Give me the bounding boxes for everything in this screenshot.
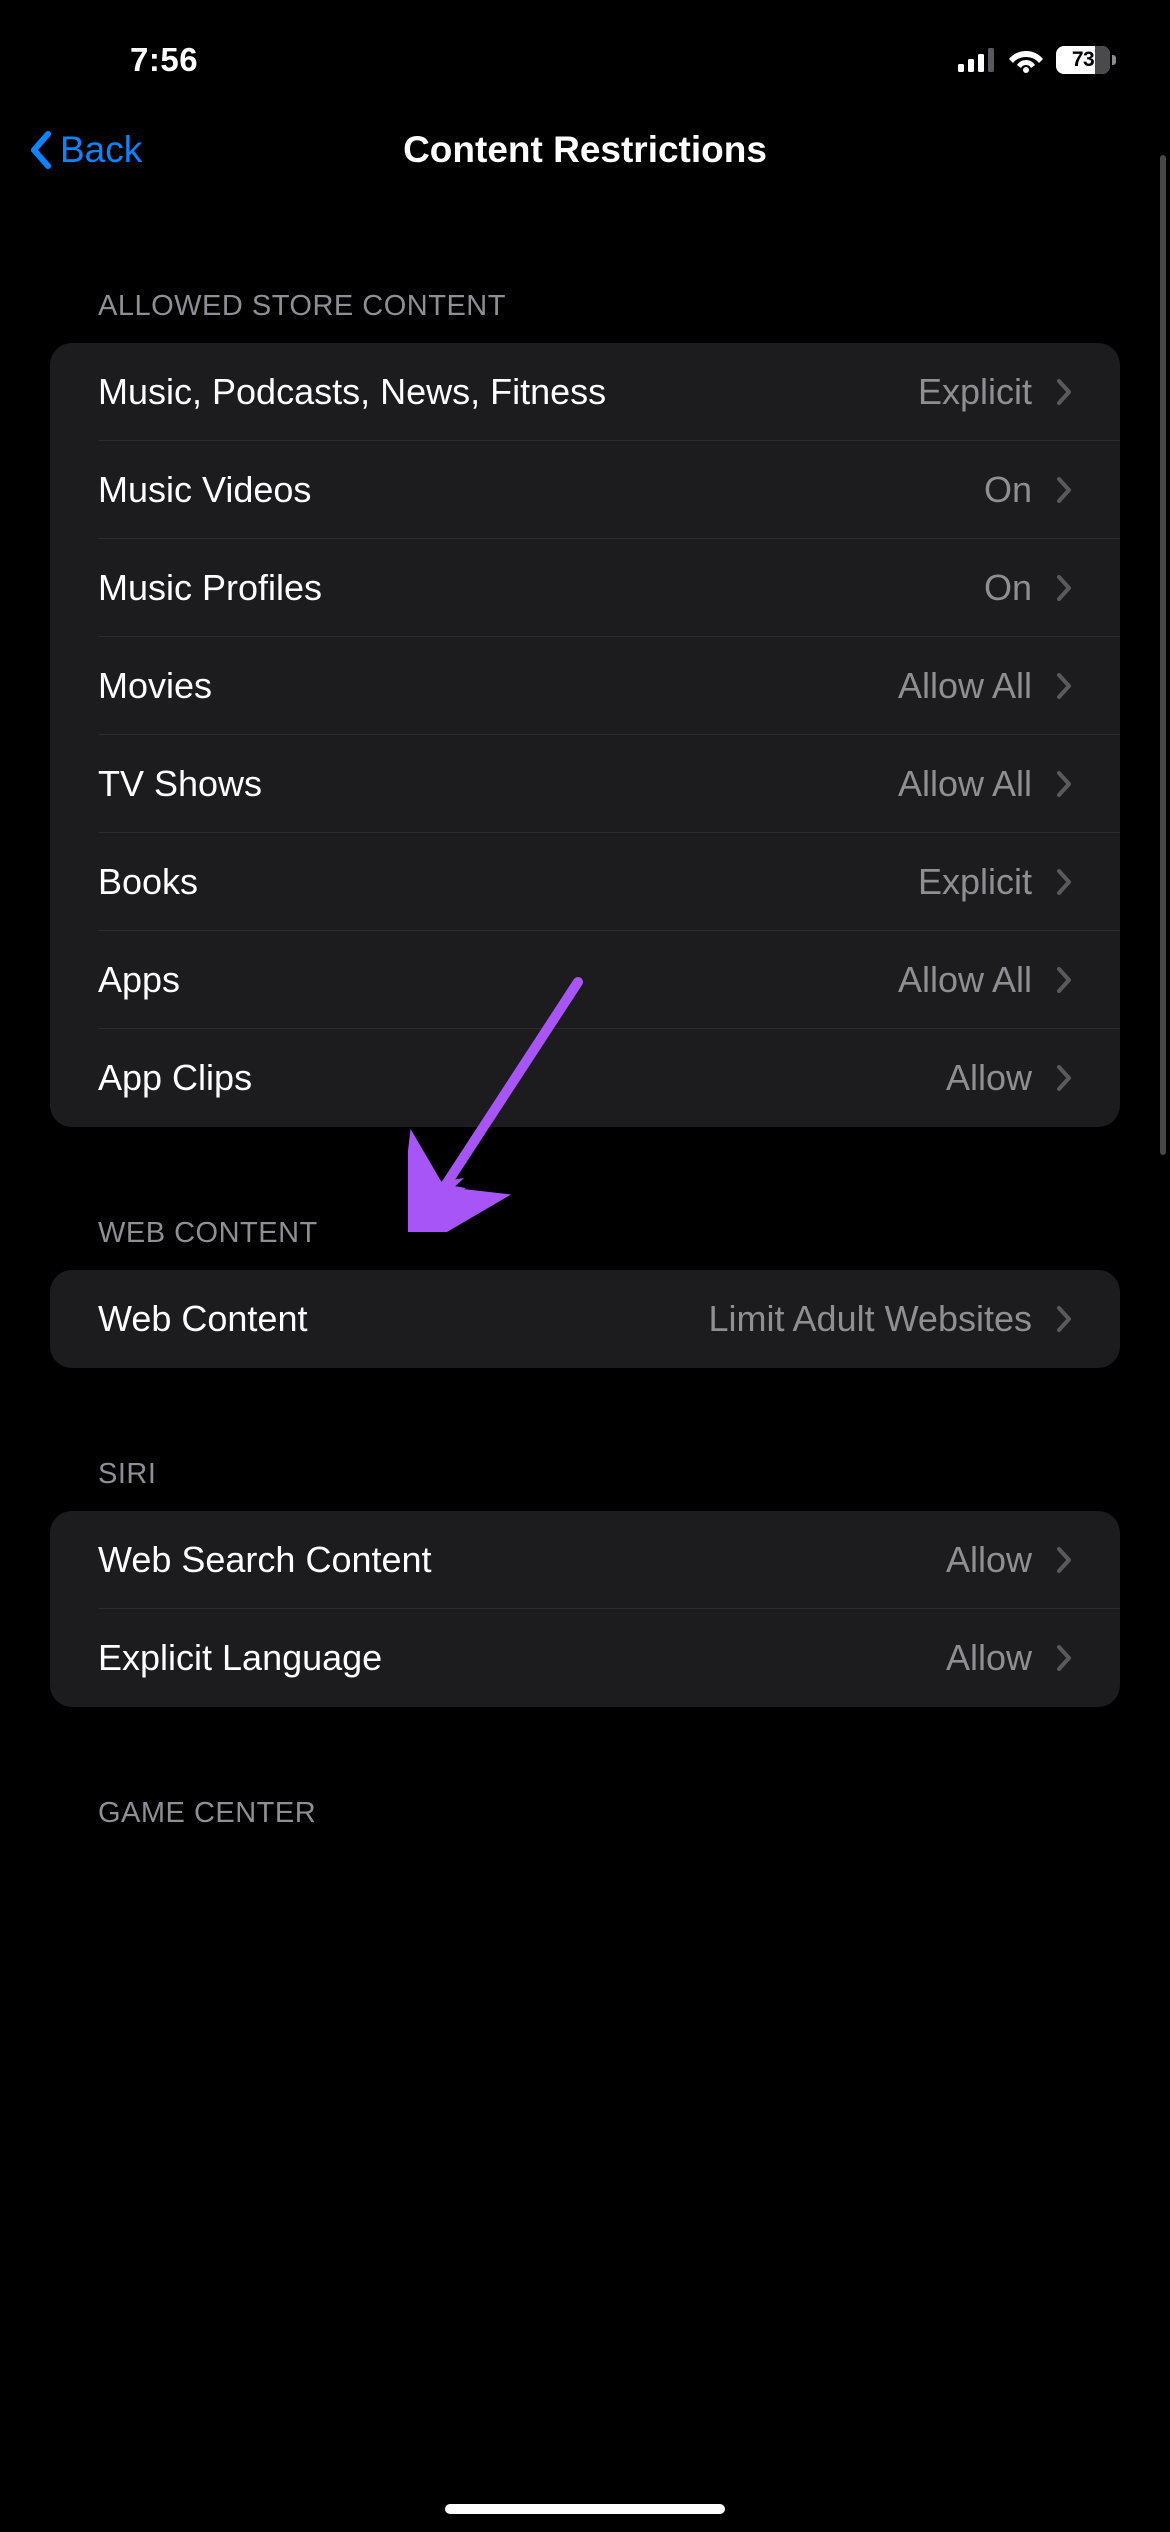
row-value: Limit Adult Websites [709, 1298, 1032, 1340]
row-value: Allow All [898, 665, 1032, 707]
section-header-siri: Siri [50, 1458, 1120, 1511]
row-music-podcasts-news-fitness[interactable]: Music, Podcasts, News, Fitness Explicit [50, 343, 1120, 441]
cellular-signal-icon [958, 48, 996, 72]
row-value: Allow All [898, 959, 1032, 1001]
row-label: Books [98, 861, 918, 903]
back-label: Back [60, 129, 142, 171]
row-apps[interactable]: Apps Allow All [50, 931, 1120, 1029]
scroll-indicator [1160, 155, 1166, 1155]
row-music-profiles[interactable]: Music Profiles On [50, 539, 1120, 637]
battery-percent: 73 [1072, 48, 1094, 72]
section-header-store: Allowed Store Content [50, 290, 1120, 343]
row-label: Music Videos [98, 469, 984, 511]
row-label: Explicit Language [98, 1637, 946, 1679]
row-web-content[interactable]: Web Content Limit Adult Websites [50, 1270, 1120, 1368]
chevron-right-icon [1056, 1644, 1072, 1672]
row-label: Music Profiles [98, 567, 984, 609]
row-music-videos[interactable]: Music Videos On [50, 441, 1120, 539]
row-label: Music, Podcasts, News, Fitness [98, 371, 918, 413]
row-label: Apps [98, 959, 898, 1001]
settings-content: Allowed Store Content Music, Podcasts, N… [0, 200, 1170, 1850]
row-books[interactable]: Books Explicit [50, 833, 1120, 931]
chevron-right-icon [1056, 966, 1072, 994]
row-label: Movies [98, 665, 898, 707]
row-label: App Clips [98, 1057, 946, 1099]
row-label: Web Search Content [98, 1539, 946, 1581]
status-indicators: 73 [958, 46, 1110, 74]
chevron-right-icon [1056, 1546, 1072, 1574]
row-explicit-language[interactable]: Explicit Language Allow [50, 1609, 1120, 1707]
row-tv-shows[interactable]: TV Shows Allow All [50, 735, 1120, 833]
row-value: On [984, 567, 1032, 609]
navigation-bar: Back Content Restrictions [0, 100, 1170, 200]
row-value: Allow [946, 1637, 1032, 1679]
row-web-search-content[interactable]: Web Search Content Allow [50, 1511, 1120, 1609]
chevron-right-icon [1056, 868, 1072, 896]
page-title: Content Restrictions [403, 129, 767, 171]
chevron-right-icon [1056, 574, 1072, 602]
row-value: On [984, 469, 1032, 511]
chevron-right-icon [1056, 770, 1072, 798]
section-header-gamecenter: Game Center [50, 1797, 1120, 1850]
row-value: Allow [946, 1539, 1032, 1581]
home-indicator[interactable] [445, 2504, 725, 2514]
chevron-right-icon [1056, 1305, 1072, 1333]
section-header-web: Web Content [50, 1217, 1120, 1270]
row-value: Allow All [898, 763, 1032, 805]
chevron-right-icon [1056, 672, 1072, 700]
chevron-right-icon [1056, 476, 1072, 504]
group-store: Music, Podcasts, News, Fitness Explicit … [50, 343, 1120, 1127]
chevron-left-icon [28, 130, 52, 170]
row-value: Allow [946, 1057, 1032, 1099]
group-web: Web Content Limit Adult Websites [50, 1270, 1120, 1368]
row-value: Explicit [918, 861, 1032, 903]
wifi-icon [1008, 47, 1044, 73]
back-button[interactable]: Back [28, 129, 142, 171]
row-app-clips[interactable]: App Clips Allow [50, 1029, 1120, 1127]
row-label: TV Shows [98, 763, 898, 805]
row-value: Explicit [918, 371, 1032, 413]
chevron-right-icon [1056, 378, 1072, 406]
row-label: Web Content [98, 1298, 709, 1340]
chevron-right-icon [1056, 1064, 1072, 1092]
status-bar: 7:56 73 [0, 0, 1170, 100]
status-time: 7:56 [130, 41, 198, 79]
battery-icon: 73 [1056, 46, 1110, 74]
row-movies[interactable]: Movies Allow All [50, 637, 1120, 735]
group-siri: Web Search Content Allow Explicit Langua… [50, 1511, 1120, 1707]
